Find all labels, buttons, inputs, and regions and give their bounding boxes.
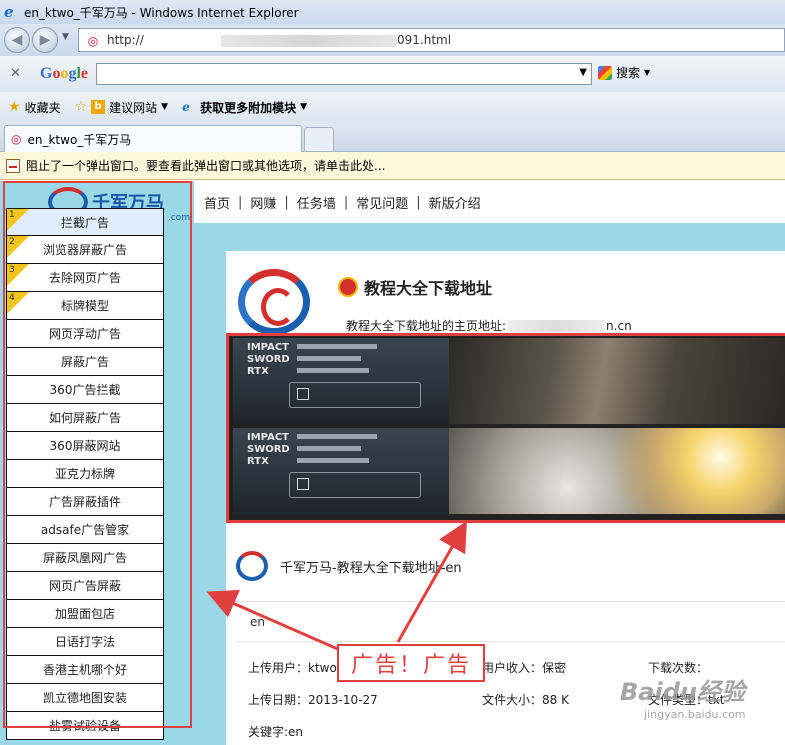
google-search-icon <box>598 65 612 80</box>
language-value: en <box>250 615 265 629</box>
nav-earn[interactable]: 网赚 <box>250 193 276 212</box>
nav-separator: | <box>284 194 289 210</box>
uploader-label: 上传用户：ktwo <box>248 661 337 675</box>
page-title: 教程大全下载地址 <box>338 275 492 299</box>
back-button[interactable]: ◀ <box>4 27 30 53</box>
nav-faq[interactable]: 常见问题 <box>356 193 408 212</box>
file-size-label: 文件大小：88 K <box>482 693 569 707</box>
suggested-sites-button[interactable]: ☆ b 建议网站 ▼ <box>75 99 169 116</box>
ad-image <box>449 338 785 424</box>
chevron-down-icon[interactable]: ▼ <box>579 67 587 78</box>
sidebar-ad-highlight <box>3 181 192 728</box>
keywords-label: 关键字:en <box>248 725 304 739</box>
popup-blocked-infobar[interactable]: 阻止了一个弹出窗口。要查看此弹出窗口或其他选项，请单击此处... <box>0 152 785 180</box>
chevron-down-icon: ▼ <box>644 68 651 77</box>
ad-text-line: SWORD <box>247 354 290 365</box>
ie-addon-icon: e <box>182 100 190 114</box>
homepage-url-suffix: n.cn <box>606 318 632 333</box>
address-row: ◀ ▶ ▼ ◎ http:// 091.html <box>0 24 785 56</box>
star-icon: ★ <box>8 99 21 115</box>
site-favicon-icon: ◎ <box>11 132 22 146</box>
ad-bar <box>297 446 361 451</box>
favorites-bar: ★ 收藏夹 ☆ b 建议网站 ▼ e 获取更多附加模块 ▼ <box>0 92 785 122</box>
divider <box>236 641 785 642</box>
google-search-input[interactable]: ▼ <box>96 63 592 85</box>
homepage-url: 教程大全下载地址的主页地址: n.cn <box>346 317 632 334</box>
site-logo-small-icon <box>236 551 268 581</box>
window-title: en_ktwo_千军万马 - Windows Internet Explorer <box>24 5 299 20</box>
site-logo-large-icon <box>238 269 310 335</box>
tab-title: en_ktwo_千军万马 <box>27 132 132 147</box>
ad-bar <box>297 434 377 439</box>
get-addons-label: 获取更多附加模块 <box>200 100 297 115</box>
site-top-nav: 首页 | 网赚 | 任务墙 | 常见问题 | 新版介绍 <box>194 181 785 223</box>
ad-frame: IMPACT SWORD RTX <box>233 428 785 514</box>
baidu-watermark-url: jingyan.baidu.com <box>644 708 746 721</box>
chevron-down-icon: ▼ <box>300 102 308 112</box>
window-titlebar: e en_ktwo_千军万马 - Windows Internet Explor… <box>0 0 785 24</box>
nav-home[interactable]: 首页 <box>204 193 230 212</box>
nav-separator: | <box>416 194 421 210</box>
upload-date-label: 上传日期：2013-10-27 <box>248 693 378 707</box>
favorites-label: 收藏夹 <box>24 100 61 115</box>
homepage-url-redacted <box>508 319 605 332</box>
infobar-text: 阻止了一个弹出窗口。要查看此弹出窗口或其他选项，请单击此处... <box>26 159 386 173</box>
ad-bar <box>297 356 361 361</box>
tab-active[interactable]: ◎ en_ktwo_千军万马 <box>4 125 302 152</box>
ad-image <box>449 428 785 514</box>
bing-icon: b <box>91 100 106 114</box>
address-bar[interactable]: ◎ http:// 091.html <box>78 28 785 52</box>
tab-row: ◎ en_ktwo_千军万马 <box>0 122 785 152</box>
homepage-label: 教程大全下载地址的主页地址: <box>346 319 507 333</box>
google-search-label: 搜索 <box>616 66 641 80</box>
site-favicon-icon: ◎ <box>87 34 99 48</box>
google-logo: Google <box>40 65 89 82</box>
baidu-watermark: Baidu经验 <box>620 678 745 706</box>
ad-square-icon <box>297 388 309 400</box>
ad-square-icon <box>297 478 309 490</box>
add-favorite-icon: ☆ <box>74 99 88 115</box>
ad-bar <box>297 368 369 373</box>
ad-frame: IMPACT SWORD RTX <box>233 338 785 424</box>
content-panel: 教程大全下载地址 教程大全下载地址的主页地址: n.cn IMPACT SWOR… <box>226 251 785 745</box>
get-addons-button[interactable]: e 获取更多附加模块 ▼ <box>182 99 307 116</box>
ad-bar <box>297 458 369 463</box>
blocked-popup-icon <box>6 158 20 173</box>
close-toolbar-icon[interactable]: ✕ <box>10 66 21 81</box>
income-label: 用户收入：保密 <box>482 661 567 675</box>
history-dropdown-icon[interactable]: ▼ <box>62 32 69 42</box>
nav-task-wall[interactable]: 任务墙 <box>297 193 336 212</box>
forward-button[interactable]: ▶ <box>32 27 58 53</box>
ad-left-panel: IMPACT SWORD RTX <box>233 338 449 424</box>
nav-separator: | <box>238 194 243 210</box>
chevron-down-icon: ▼ <box>161 102 169 112</box>
ad-text-line: SWORD <box>247 444 290 455</box>
ad-text-line: RTX <box>247 456 269 467</box>
badge-icon <box>338 277 358 297</box>
page-title-text: 教程大全下载地址 <box>364 279 493 298</box>
google-search-button[interactable]: 搜索 ▼ <box>598 64 650 81</box>
divider <box>226 601 785 602</box>
nav-separator: | <box>343 194 349 210</box>
nav-new-version[interactable]: 新版介绍 <box>429 193 481 212</box>
ad-text-line: IMPACT <box>247 342 289 353</box>
suggested-sites-label: 建议网站 <box>109 100 158 115</box>
ad-left-panel: IMPACT SWORD RTX <box>233 428 449 514</box>
url-suffix: 091.html <box>397 33 452 47</box>
url-redacted <box>221 35 397 47</box>
ad-text-line: RTX <box>247 366 269 377</box>
ad-banner[interactable]: IMPACT SWORD RTX IMPACT SWORD RTX <box>226 333 785 523</box>
favorites-button[interactable]: ★ 收藏夹 <box>8 99 61 116</box>
annotation-callout: 广告！广告 <box>337 644 485 682</box>
ad-text-line: IMPACT <box>247 432 289 443</box>
new-tab-button[interactable] <box>304 127 334 151</box>
ie-logo-icon: e <box>4 3 14 21</box>
google-toolbar: ✕ Google ▼ 搜索 ▼ <box>0 56 785 92</box>
item-title-text[interactable]: 千军万马-教程大全下载地址-en <box>280 557 462 576</box>
item-title: 千军万马-教程大全下载地址-en <box>236 551 462 581</box>
ad-bar <box>297 344 377 349</box>
url-prefix: http:// <box>107 33 144 47</box>
